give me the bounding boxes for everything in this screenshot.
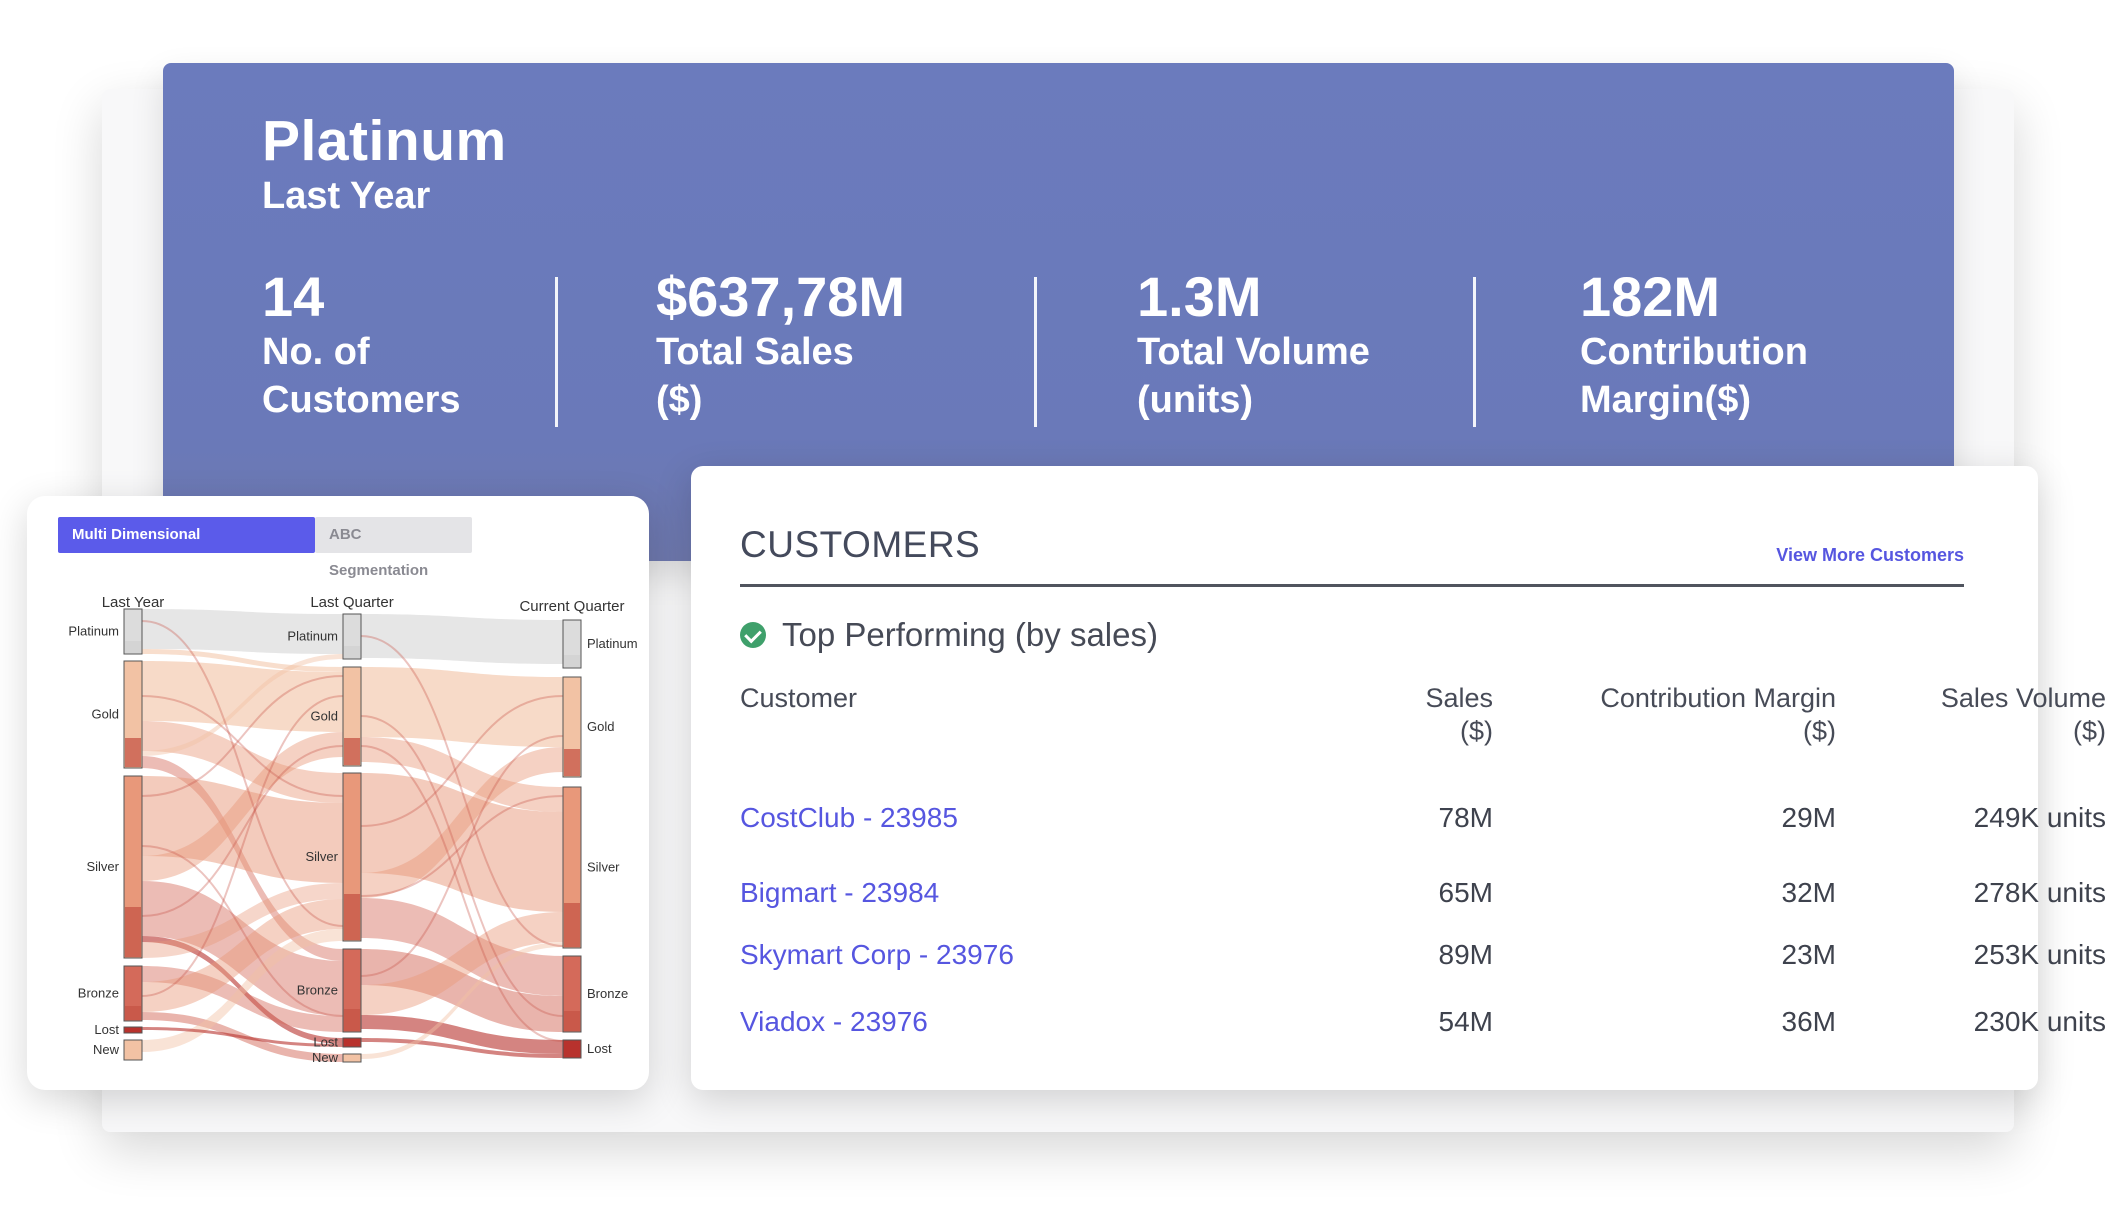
margin-cell: 36M <box>1781 1006 1836 1037</box>
sankey-node-label: Bronze <box>587 986 628 1001</box>
column-header-unit: ($) <box>1460 716 1493 746</box>
sankey-node-label: Bronze <box>78 986 119 1001</box>
customer-link[interactable]: Viadox - 23976 <box>740 1006 928 1038</box>
customer-link[interactable]: CostClub - 23985 <box>740 802 958 834</box>
sankey-node-segment <box>564 655 580 667</box>
sales-cell: 65M <box>1438 877 1493 908</box>
section-heading: Top Performing (by sales) <box>782 616 1158 653</box>
sankey-node-label: Silver <box>587 860 620 875</box>
segment-title: Platinum <box>262 109 507 173</box>
volume-cell: 249K units <box>1973 802 2106 833</box>
customer-link[interactable]: Skymart Corp - 23976 <box>740 939 1014 971</box>
sankey-stage-label: Current Quarter <box>519 598 624 615</box>
sankey-node-label: Gold <box>311 709 338 724</box>
column-header-contribution-margin: Contribution Margin ($) <box>1521 682 1836 748</box>
kpi-label: Total Sales <box>656 331 854 373</box>
sankey-stage-label: Last Quarter <box>310 594 393 611</box>
column-header-label: Sales Volume <box>1940 683 2106 713</box>
kpi-label: Customers <box>262 379 461 421</box>
margin-cell: 29M <box>1781 802 1836 833</box>
sankey-node-lost <box>562 1039 582 1059</box>
sales-cell: 78M <box>1438 802 1493 833</box>
margin-cell: 23M <box>1781 939 1836 970</box>
top-performing-heading: Top Performing (by sales) <box>740 616 1158 654</box>
column-header-customer: Customer <box>740 683 858 713</box>
kpi-value: 14 <box>262 265 325 328</box>
sankey-node-label: Lost <box>587 1041 612 1056</box>
column-header-sales: Sales ($) <box>1231 682 1493 748</box>
sankey-node-segment <box>344 1009 360 1031</box>
sankey-node-segment <box>564 749 580 776</box>
sankey-node-label: Silver <box>305 849 338 864</box>
volume-cell: 253K units <box>1973 939 2106 970</box>
sankey-node-segment <box>344 894 360 940</box>
sankey-node-label: Bronze <box>297 983 338 998</box>
sankey-node-label: Gold <box>92 707 119 722</box>
title-divider <box>740 584 1964 587</box>
sankey-node-label: New <box>312 1050 339 1065</box>
kpi-label: No. of <box>262 331 370 373</box>
sankey-node-label: Silver <box>86 859 119 874</box>
sankey-chart: PlatinumGoldSilverBronzeLostNewPlatinumG… <box>68 594 638 1065</box>
sankey-node-label: Platinum <box>68 624 119 639</box>
kpi-label: Total Volume <box>1137 331 1370 373</box>
kpi-value: 1.3M <box>1137 265 1262 328</box>
sankey-node-label: New <box>93 1042 120 1057</box>
sales-cell: 54M <box>1438 1006 1493 1037</box>
volume-cell: 230K units <box>1973 1006 2106 1037</box>
sankey-node-label: Gold <box>587 719 614 734</box>
segment-period: Last Year <box>262 175 431 217</box>
sankey-node-segment <box>125 1006 141 1020</box>
segmentation-card: Multi Dimensional Segmentation ABC Segme… <box>27 496 649 1090</box>
kpi-label: Margin($) <box>1580 379 1751 421</box>
kpi-contribution-margin: 182M Contribution Margin($) <box>1580 266 1808 424</box>
sankey-stage-label: Last Year <box>102 594 165 611</box>
sales-cell: 89M <box>1438 939 1493 970</box>
sankey-node-segment <box>125 738 141 767</box>
customer-link[interactable]: Bigmart - 23984 <box>740 877 939 909</box>
view-more-customers-link[interactable]: View More Customers <box>1776 545 1964 566</box>
kpi-label: (units) <box>1137 379 1254 421</box>
kpi-divider <box>555 277 558 427</box>
kpi-value: 182M <box>1580 265 1721 328</box>
kpi-total-volume: 1.3M Total Volume (units) <box>1137 266 1370 424</box>
check-circle-icon <box>740 622 766 648</box>
sankey-node-label: Lost <box>94 1022 119 1037</box>
kpi-divider <box>1034 277 1037 427</box>
kpi-value: $637,78M <box>656 265 906 328</box>
sankey-node-label: Lost <box>313 1035 338 1050</box>
kpi-label: Contribution <box>1580 331 1808 373</box>
sankey-node-lost <box>342 1037 362 1048</box>
sankey-flow <box>361 614 563 664</box>
kpi-total-sales: $637,78M Total Sales ($) <box>656 266 905 424</box>
column-header-unit: ($) <box>2073 716 2106 746</box>
customers-card: CUSTOMERS View More Customers Top Perfor… <box>691 466 2106 1090</box>
volume-cell: 278K units <box>1973 877 2106 908</box>
column-header-sales-volume: Sales Volume ($) <box>1831 682 2106 748</box>
kpi-label: ($) <box>656 379 703 421</box>
sankey-node-segment <box>344 646 360 658</box>
column-header-unit: ($) <box>1803 716 1836 746</box>
kpi-customers: 14 No. of Customers <box>262 266 461 424</box>
sankey-node-segment <box>125 641 141 653</box>
sankey-node-segment <box>125 907 141 957</box>
sankey-node-segment <box>564 1011 580 1031</box>
sankey-node-segment <box>344 738 360 765</box>
sankey-node-new <box>123 1039 143 1061</box>
sankey-node-segment <box>564 903 580 947</box>
sankey-node-label: Platinum <box>587 636 638 651</box>
sankey-node-new <box>342 1053 362 1063</box>
column-header-label: Sales <box>1425 683 1493 713</box>
sankey-node-lost <box>123 1026 143 1034</box>
column-header-label: Contribution Margin <box>1600 683 1836 713</box>
customers-title: CUSTOMERS <box>740 524 981 565</box>
kpi-divider <box>1473 277 1476 427</box>
sankey-node-label: Platinum <box>287 629 338 644</box>
sankey-flow <box>361 667 563 747</box>
margin-cell: 32M <box>1781 877 1836 908</box>
